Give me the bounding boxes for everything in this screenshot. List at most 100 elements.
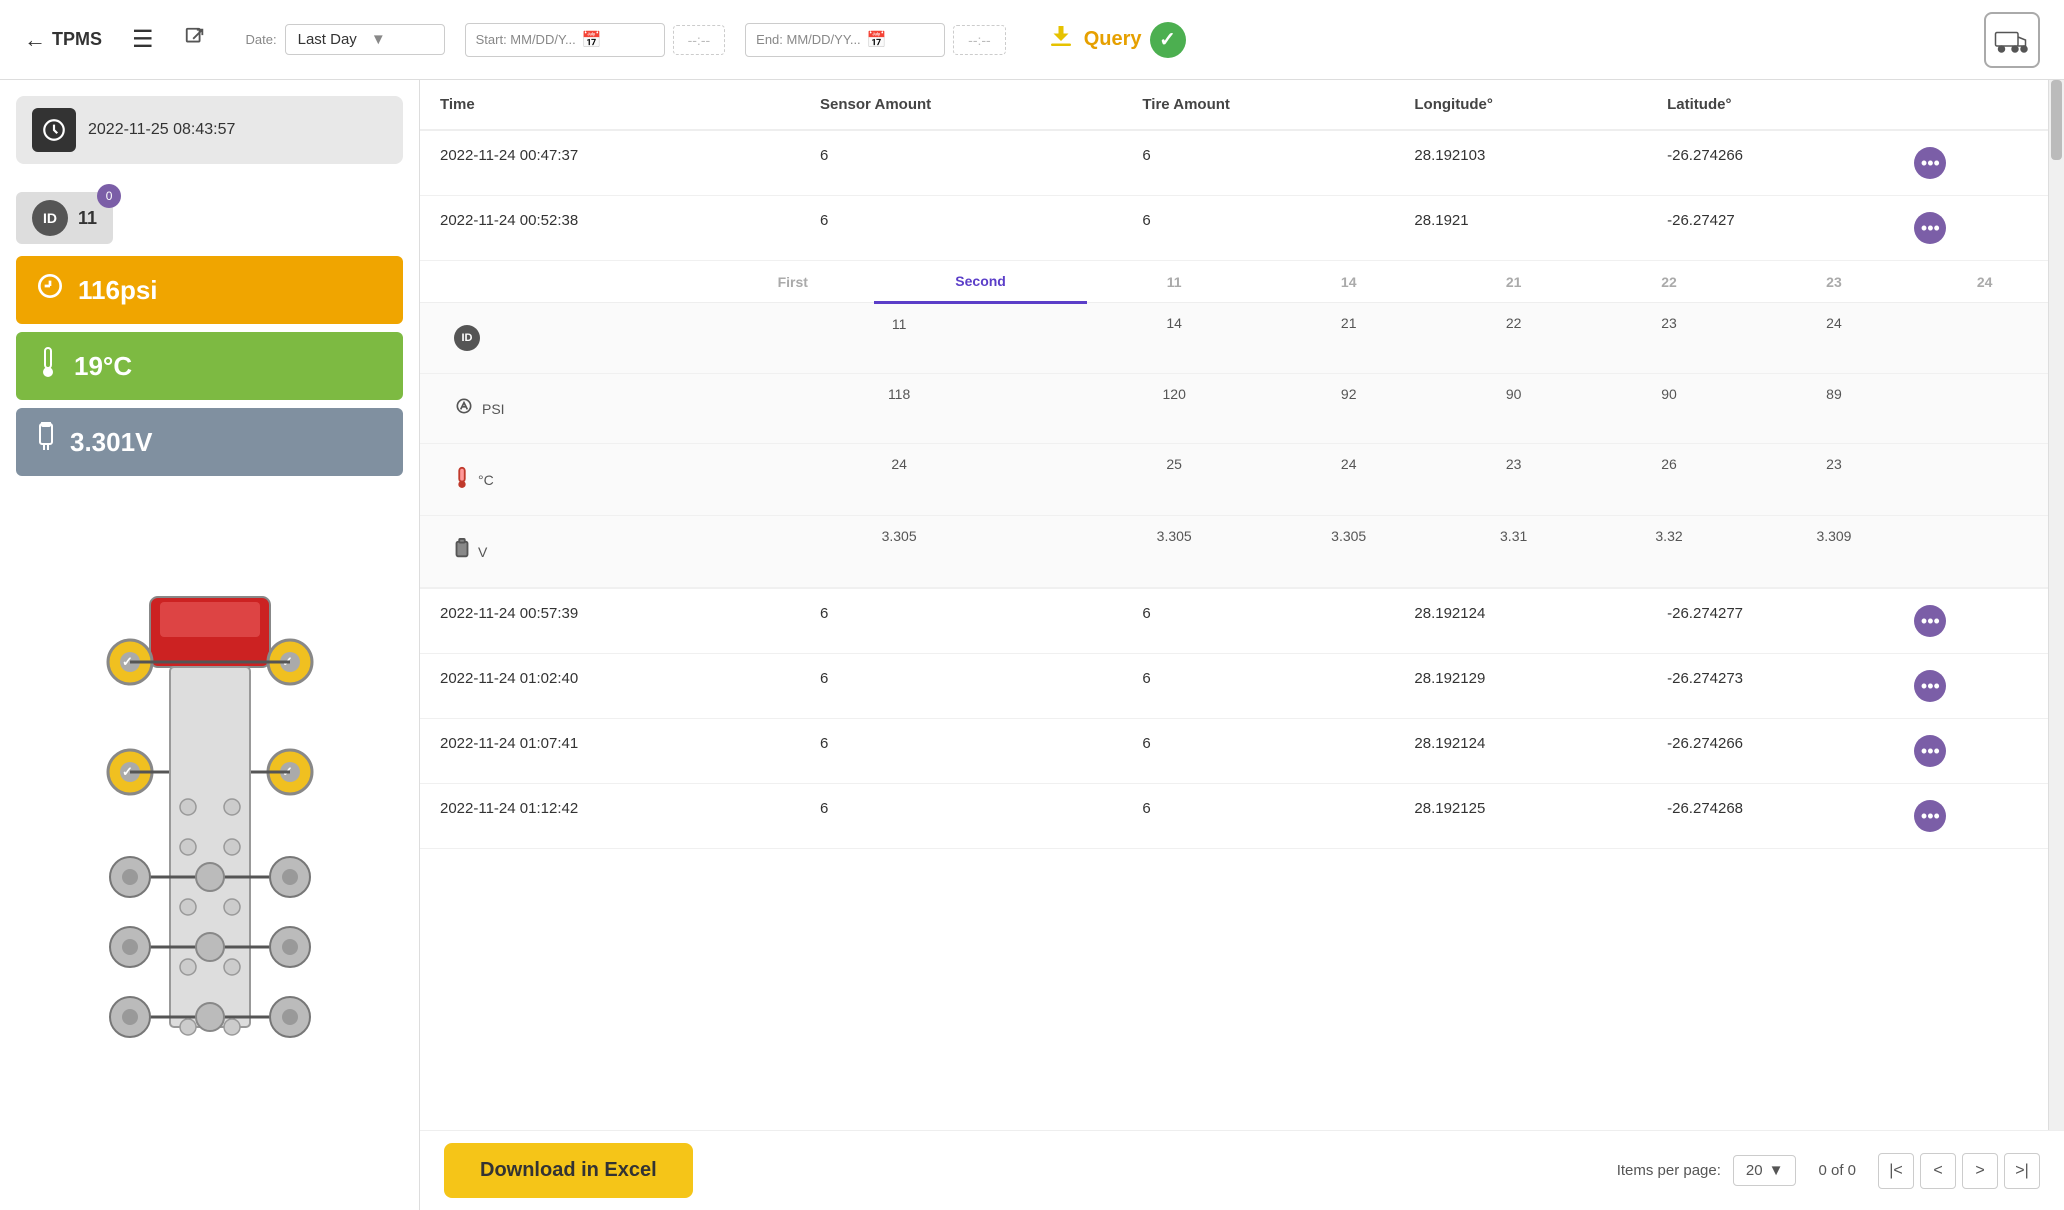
id-badge-wrapper: 0 ID 11 [16, 192, 113, 244]
inner-col-id-24: 24 [1921, 261, 2048, 303]
stats-area: 116psi 19°C [16, 256, 403, 484]
cell-more: ••• [1894, 784, 2048, 849]
external-link-icon[interactable] [184, 26, 206, 54]
cell-latitude: -26.274266 [1647, 130, 1894, 196]
table-header-row: Time Sensor Amount Tire Amount Longitude… [420, 80, 2048, 130]
cell-tire: 6 [1122, 719, 1394, 784]
table-row[interactable]: 2022-11-24 00:52:38 6 6 28.1921 -26.2742… [420, 196, 2048, 261]
prev-page-button[interactable]: < [1920, 1153, 1956, 1189]
inner-tab-second[interactable]: Second [874, 261, 1087, 303]
first-page-button[interactable]: |< [1878, 1153, 1914, 1189]
table-row[interactable]: 2022-11-24 00:47:37 6 6 28.192103 -26.27… [420, 130, 2048, 196]
main-layout: 2022-11-25 08:43:57 0 ID 11 [0, 80, 2064, 1210]
inner-id-val: 23 [1591, 303, 1746, 374]
inner-id-val: 14 [1087, 303, 1262, 374]
table-container[interactable]: Time Sensor Amount Tire Amount Longitude… [420, 80, 2064, 1130]
date-value: Last Day [298, 31, 357, 48]
inner-label-volt: V [420, 516, 711, 588]
start-calendar-icon[interactable]: 📅 [582, 30, 602, 50]
more-button[interactable]: ••• [1914, 735, 1946, 767]
inner-col-id-14: 14 [1261, 261, 1436, 303]
inner-col-id-23: 23 [1747, 261, 1922, 303]
end-time-field[interactable]: --:-- [953, 25, 1006, 55]
table-row[interactable]: 2022-11-24 00:57:39 6 6 28.192124 -26.27… [420, 589, 2048, 654]
cell-latitude: -26.274273 [1647, 654, 1894, 719]
cell-tire: 6 [1122, 654, 1394, 719]
psi-card: 116psi [16, 256, 403, 324]
end-datetime: End: MM/DD/YY... 📅 --:-- [745, 23, 1006, 57]
scroll-thumb[interactable] [2051, 80, 2062, 160]
inner-id-row: ID 111421222324 [420, 303, 2048, 374]
scrollbar[interactable] [2048, 80, 2064, 1130]
inner-psi-val: 90 [1591, 374, 1746, 444]
items-per-page-value: 20 [1746, 1162, 1763, 1179]
inner-volt-val: 3.32 [1591, 516, 1746, 588]
cell-tire: 6 [1122, 130, 1394, 196]
psi-value: 116psi [78, 275, 158, 306]
data-table: Time Sensor Amount Tire Amount Longitude… [420, 80, 2048, 849]
page-count: 0 of 0 [1818, 1162, 1856, 1179]
more-button[interactable]: ••• [1914, 605, 1946, 637]
timestamp-bar: 2022-11-25 08:43:57 [16, 96, 403, 164]
date-label: Date: [246, 32, 277, 47]
start-datetime: Start: MM/DD/Y... 📅 --:-- [465, 23, 726, 57]
inner-temp-val: 25 [1087, 444, 1262, 516]
end-date-field[interactable]: End: MM/DD/YY... 📅 [745, 23, 945, 57]
table-row[interactable]: 2022-11-24 01:02:40 6 6 28.192129 -26.27… [420, 654, 2048, 719]
id-value: 11 [78, 208, 97, 229]
inner-id-val: 24 [1747, 303, 1922, 374]
items-per-page-select[interactable]: 20 ▼ [1733, 1155, 1797, 1186]
start-date-field[interactable]: Start: MM/DD/Y... 📅 [465, 23, 665, 57]
more-button[interactable]: ••• [1914, 147, 1946, 179]
cell-latitude: -26.274268 [1647, 784, 1894, 849]
cell-longitude: 28.192124 [1394, 719, 1647, 784]
inner-psi-row: PSI 11812092909089 [420, 374, 2048, 444]
inner-temp-label: °C [478, 472, 494, 488]
next-page-button[interactable]: > [1962, 1153, 1998, 1189]
hamburger-icon[interactable]: ☰ [132, 25, 154, 54]
inner-temp-val: 24 [711, 444, 1087, 516]
pagination-buttons: |< < > >| [1878, 1153, 2040, 1189]
more-button[interactable]: ••• [1914, 670, 1946, 702]
cell-time: 2022-11-24 00:57:39 [420, 589, 800, 654]
cell-sensor: 6 [800, 719, 1122, 784]
query-button[interactable]: Query ✓ [1046, 21, 1186, 58]
table-row[interactable]: 2022-11-24 01:07:41 6 6 28.192124 -26.27… [420, 719, 2048, 784]
inner-volt-val: 3.305 [711, 516, 1087, 588]
temp-inner-icon [454, 466, 470, 493]
temp-card: 19°C [16, 332, 403, 400]
inner-temp-val: 24 [1261, 444, 1436, 516]
vehicle-icon-button[interactable] [1984, 12, 2040, 68]
more-button[interactable]: ••• [1914, 212, 1946, 244]
inner-psi-val: 120 [1087, 374, 1262, 444]
more-button[interactable]: ••• [1914, 800, 1946, 832]
download-excel-button[interactable]: Download in Excel [444, 1143, 693, 1198]
table-body: 2022-11-24 00:47:37 6 6 28.192103 -26.27… [420, 130, 2048, 849]
psi-inner-icon [454, 396, 474, 421]
back-button[interactable]: ← TPMS [24, 27, 102, 53]
inner-label-temp: °C [420, 444, 711, 516]
notification-badge: 0 [97, 184, 121, 208]
timestamp-text: 2022-11-25 08:43:57 [88, 121, 235, 139]
cell-more: ••• [1894, 654, 2048, 719]
col-actions [1894, 80, 2048, 130]
cell-more: ••• [1894, 196, 2048, 261]
cell-time: 2022-11-24 01:02:40 [420, 654, 800, 719]
id-inner-icon: ID [454, 325, 480, 351]
inner-label-psi: PSI [420, 374, 711, 444]
date-selector[interactable]: Last Day ▼ [285, 24, 445, 55]
start-time-field[interactable]: --:-- [673, 25, 726, 55]
inner-col-id-11: 11 [1087, 261, 1262, 303]
cell-longitude: 28.1921 [1394, 196, 1647, 261]
inner-volt-val: 3.31 [1436, 516, 1591, 588]
table-row[interactable]: 2022-11-24 01:12:42 6 6 28.192125 -26.27… [420, 784, 2048, 849]
volt-inner-icon [454, 538, 470, 565]
inner-tab-first[interactable]: First [711, 261, 874, 303]
end-calendar-icon[interactable]: 📅 [867, 30, 887, 50]
cell-longitude: 28.192103 [1394, 130, 1647, 196]
col-time: Time [420, 80, 800, 130]
inner-col-id-22: 22 [1591, 261, 1746, 303]
last-page-button[interactable]: >| [2004, 1153, 2040, 1189]
inner-id-val: 21 [1261, 303, 1436, 374]
inner-psi-val: 90 [1436, 374, 1591, 444]
